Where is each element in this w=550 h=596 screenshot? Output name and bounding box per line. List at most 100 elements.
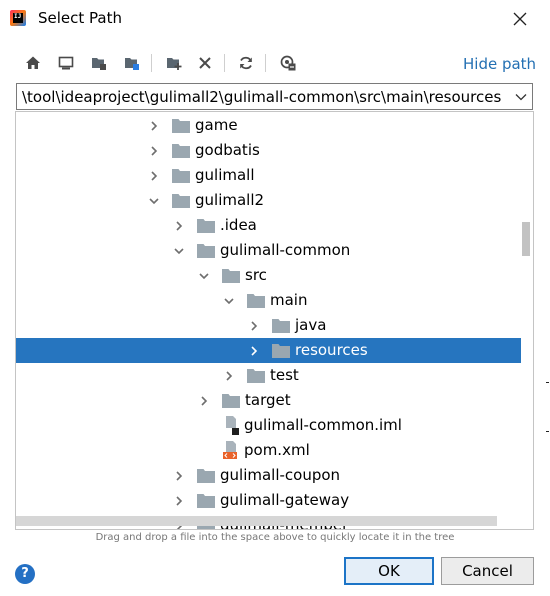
refresh-button[interactable] [235,52,257,74]
tree-item-label: godbatis [195,141,260,159]
tree-item-label: test [270,366,299,384]
tree-row[interactable]: gulimall-gateway [16,488,521,513]
tree-item-label: .idea [220,216,257,234]
chevron-right-icon[interactable] [198,395,210,407]
tree-item-label: src [245,266,267,284]
toolbar-separator [151,54,152,72]
tree-row[interactable]: test [16,363,521,388]
toolbar-separator [265,54,266,72]
desktop-button[interactable] [55,52,77,74]
folder-icon [247,294,265,308]
tree-row[interactable]: godbatis [16,138,521,163]
home-button[interactable] [22,52,44,74]
intellij-app-icon: IJ [10,10,26,26]
tree-row[interactable]: gulimall-common [16,238,521,263]
tree-row[interactable]: gulimall2 [16,188,521,213]
folder-icon [197,219,215,233]
tree-row[interactable]: gulimall-common.iml [16,413,521,438]
tree-item-label: gulimall2 [195,191,265,209]
chevron-right-icon[interactable] [148,120,160,132]
folder-icon [172,169,190,183]
new-folder-button[interactable] [163,52,185,74]
vertical-scrollbar-thumb[interactable] [522,222,530,256]
home-icon [26,56,40,69]
maven-pom-file-icon [223,441,237,459]
tree-item-label: gulimall [195,166,255,184]
hide-path-link[interactable]: Hide path [463,55,536,73]
chevron-down-icon[interactable] [148,195,160,207]
tree-item-label: java [295,316,327,334]
tree-item-label: target [245,391,291,409]
folder-icon [272,319,290,333]
folder-icon [172,194,190,208]
tree-item-label: gulimall-gateway [220,491,350,509]
window-edge-mark [546,382,549,383]
folder-icon [197,494,215,508]
project-icon [92,58,106,70]
folder-icon [222,394,240,408]
module-icon [125,58,139,70]
tree-item-label: pom.xml [244,441,310,459]
chevron-right-icon[interactable] [248,345,260,357]
folder-icon [172,144,190,158]
tree-row[interactable]: .idea [16,213,521,238]
title-bar: IJ Select Path [0,0,550,38]
tree-item-label: gulimall-common [220,241,351,259]
project-button[interactable] [88,52,110,74]
chevron-right-icon[interactable] [173,470,185,482]
horizontal-scrollbar-thumb[interactable] [16,516,497,526]
folder-tree[interactable]: game godbatis gulimall gulimall2 .idea gulima… [15,111,534,530]
new-folder-icon [167,58,182,70]
folder-icon [197,244,215,258]
window-title: Select Path [38,9,122,27]
folder-icon [272,344,290,358]
desktop-icon [58,56,74,70]
folder-icon [197,469,215,483]
tree-row[interactable]: pom.xml [16,438,521,463]
tree-item-label: game [195,116,238,134]
module-button[interactable] [121,52,143,74]
help-button[interactable]: ? [15,564,35,584]
show-hidden-icon [280,55,296,71]
tree-row[interactable]: gulimall [16,163,521,188]
folder-icon [222,269,240,283]
iml-file-icon [226,416,239,435]
tree-row[interactable]: main [16,288,521,313]
tree-row[interactable]: game [16,113,521,138]
folder-icon [247,369,265,383]
ok-button[interactable]: OK [344,557,434,585]
path-combobox[interactable]: \tool\ideaproject\gulimall2\gulimall-com… [16,83,533,110]
chevron-right-icon[interactable] [173,495,185,507]
tree-item-label: main [270,291,308,309]
tree-row[interactable]: java [16,313,521,338]
path-input[interactable]: \tool\ideaproject\gulimall2\gulimall-com… [22,88,501,106]
tree-row[interactable]: target [16,388,521,413]
window-edge-mark [546,431,549,432]
chevron-right-icon[interactable] [223,370,235,382]
show-hidden-button[interactable] [277,52,299,74]
cancel-button[interactable]: Cancel [441,557,534,585]
tree-row[interactable]: src [16,263,521,288]
tree-row-selected[interactable]: resources [16,338,521,363]
toolbar-separator [224,54,225,72]
delete-icon [199,57,211,69]
chevron-down-icon[interactable] [198,270,210,282]
chevron-down-icon[interactable] [514,90,528,104]
chevron-down-icon[interactable] [223,295,235,307]
close-icon [513,12,527,26]
drag-drop-hint: Drag and drop a file into the space abov… [95,532,455,543]
chevron-right-icon[interactable] [148,170,160,182]
delete-button[interactable] [194,52,216,74]
tree-item-label: gulimall-coupon [220,466,341,484]
refresh-icon [240,56,252,70]
app-icon-text: IJ [13,13,23,23]
toolbar [16,50,536,78]
close-button[interactable] [504,4,536,34]
tree-item-label: gulimall-common.iml [244,416,402,434]
chevron-down-icon[interactable] [173,245,185,257]
tree-item-label: resources [295,341,368,359]
chevron-right-icon[interactable] [148,145,160,157]
chevron-right-icon[interactable] [173,220,185,232]
chevron-right-icon[interactable] [248,320,260,332]
tree-row[interactable]: gulimall-coupon [16,463,521,488]
